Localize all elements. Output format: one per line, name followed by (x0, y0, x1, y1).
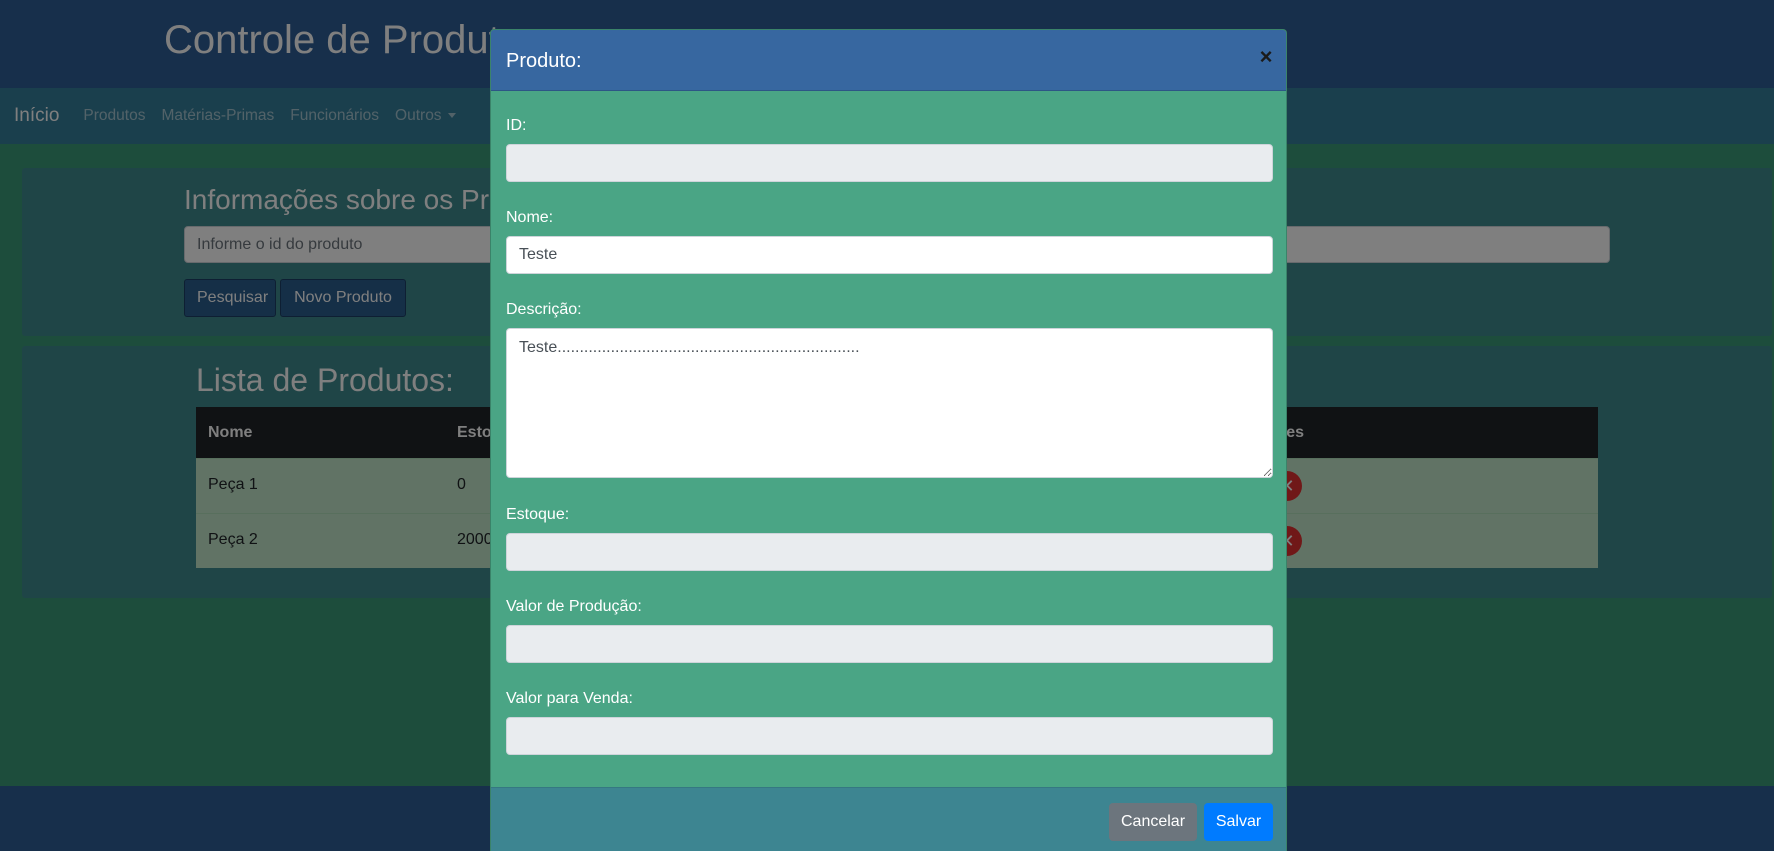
valor-producao-field[interactable] (506, 625, 1273, 663)
valor-producao-label: Valor de Produção: (506, 598, 642, 615)
save-button[interactable]: Salvar (1204, 803, 1273, 841)
estoque-field[interactable] (506, 533, 1273, 571)
estoque-label: Estoque: (506, 506, 570, 523)
id-field[interactable] (506, 144, 1273, 182)
cancel-button[interactable]: Cancelar (1109, 803, 1197, 841)
product-modal: Produto: × ID: Nome: Descrição: Teste...… (490, 29, 1287, 851)
nome-label: Nome: (506, 209, 554, 226)
id-label: ID: (506, 117, 527, 134)
modal-footer: Cancelar Salvar (491, 787, 1286, 851)
descricao-textarea[interactable]: Teste...................................… (506, 328, 1273, 478)
modal-header: Produto: × (491, 30, 1286, 91)
valor-venda-field[interactable] (506, 717, 1273, 755)
valor-venda-label: Valor para Venda: (506, 690, 633, 707)
modal-title: Produto: (506, 50, 582, 72)
descricao-label: Descrição: (506, 301, 582, 318)
nome-field[interactable] (506, 236, 1273, 274)
close-icon[interactable]: × (1255, 46, 1277, 68)
